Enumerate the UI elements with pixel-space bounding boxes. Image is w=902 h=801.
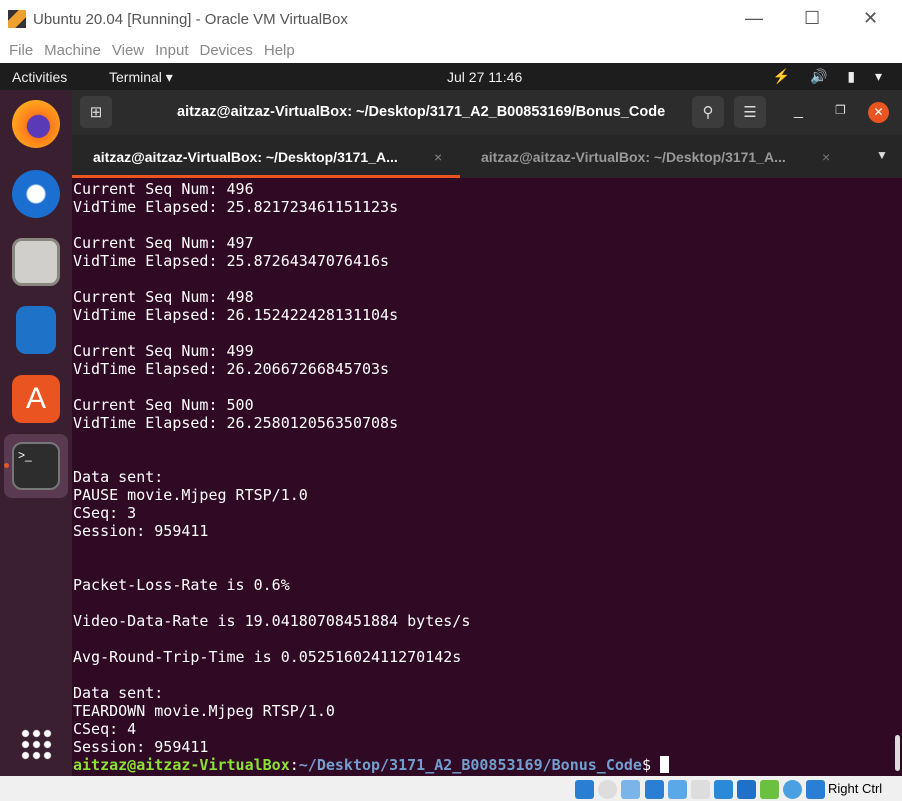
activities-button[interactable]: Activities: [12, 69, 67, 85]
terminal-headerbar: ⊞ aitzaz@aitzaz-VirtualBox: ~/Desktop/31…: [72, 90, 902, 135]
hamburger-menu-icon[interactable]: ☰: [734, 96, 766, 128]
menu-help[interactable]: Help: [264, 42, 295, 59]
display-icon[interactable]: [714, 780, 733, 799]
restore-icon[interactable]: ❐: [835, 103, 846, 117]
output-line: VidTime Elapsed: 25.821723461151123s: [73, 198, 399, 216]
virtualbox-titlebar: Ubuntu 20.04 [Running] - Oracle VM Virtu…: [0, 0, 902, 38]
audio-icon[interactable]: [621, 780, 640, 799]
output-line: VidTime Elapsed: 26.152422428131104s: [73, 306, 399, 324]
menu-view[interactable]: View: [112, 42, 144, 59]
optical-drive-icon[interactable]: [598, 780, 617, 799]
terminal-title: aitzaz@aitzaz-VirtualBox: ~/Desktop/3171…: [177, 104, 666, 120]
clock[interactable]: Jul 27 11:46: [447, 69, 522, 85]
output-line: Video-Data-Rate is 19.04180708451884 byt…: [73, 612, 471, 630]
recording-icon[interactable]: [737, 780, 756, 799]
terminal-icon[interactable]: >_: [12, 442, 60, 490]
usb-icon[interactable]: [668, 780, 687, 799]
close-button[interactable]: ✕: [863, 8, 878, 29]
prompt-colon: :: [289, 756, 299, 774]
output-line: Current Seq Num: 499: [73, 342, 254, 360]
cpu-icon[interactable]: [760, 780, 779, 799]
output-line: Current Seq Num: 500: [73, 396, 254, 414]
thunderbird-icon[interactable]: [12, 170, 60, 218]
menu-machine[interactable]: Machine: [44, 42, 101, 59]
menu-file[interactable]: File: [9, 42, 33, 59]
output-line: Data sent:: [73, 468, 164, 486]
tab-close-icon[interactable]: ×: [822, 149, 830, 165]
show-apps-icon[interactable]: [20, 728, 52, 760]
prompt-line: aitzaz@aitzaz-VirtualBox:~/Desktop/3171_…: [73, 756, 893, 774]
keyboard-capture-icon[interactable]: [806, 780, 825, 799]
mouse-integration-icon[interactable]: [783, 780, 802, 799]
tab-1[interactable]: aitzaz@aitzaz-VirtualBox: ~/Desktop/3171…: [72, 135, 460, 178]
app-menu-terminal[interactable]: Terminal ▾: [109, 69, 173, 86]
terminal-output[interactable]: Current Seq Num: 496 VidTime Elapsed: 25.…: [73, 180, 893, 774]
dock: A >_: [0, 90, 72, 776]
maximize-button[interactable]: ☐: [804, 8, 820, 29]
output-line: Session: 959411: [73, 522, 209, 540]
virtualbox-icon: [8, 10, 26, 28]
minimize-icon[interactable]: _: [794, 102, 803, 120]
output-line: Avg-Round-Trip-Time is 0.052516024112701…: [73, 648, 462, 666]
virtualbox-statusbar: Right Ctrl: [0, 776, 902, 801]
output-line: VidTime Elapsed: 26.20667266845703s: [73, 360, 390, 378]
software-icon[interactable]: A: [12, 375, 60, 423]
window-title: Ubuntu 20.04 [Running] - Oracle VM Virtu…: [33, 10, 348, 28]
output-line: VidTime Elapsed: 25.87264347076416s: [73, 252, 390, 270]
running-indicator: [4, 463, 9, 468]
output-line: Packet-Loss-Rate is 0.6%: [73, 576, 290, 594]
system-tray[interactable]: ⚡ 🔊 ▮ ▾: [773, 68, 890, 85]
output-line: Current Seq Num: 496: [73, 180, 254, 198]
menu-devices[interactable]: Devices: [200, 42, 253, 59]
tab-label: aitzaz@aitzaz-VirtualBox: ~/Desktop/3171…: [93, 149, 398, 165]
output-line: Session: 959411: [73, 738, 209, 756]
tabs-dropdown-icon[interactable]: ▼: [876, 148, 888, 162]
search-icon[interactable]: ⚲: [692, 96, 724, 128]
output-line: CSeq: 3: [73, 504, 137, 522]
hard-disk-icon[interactable]: [575, 780, 594, 799]
output-line: CSeq: 4: [73, 720, 137, 738]
tab-label: aitzaz@aitzaz-VirtualBox: ~/Desktop/3171…: [481, 149, 786, 165]
prompt-path: ~/Desktop/3171_A2_B00853169/Bonus_Code: [298, 756, 642, 774]
new-tab-icon[interactable]: ⊞: [80, 96, 112, 128]
output-line: TEARDOWN movie.Mjpeg RTSP/1.0: [73, 702, 335, 720]
tab-2[interactable]: aitzaz@aitzaz-VirtualBox: ~/Desktop/3171…: [460, 135, 848, 178]
firefox-icon[interactable]: [12, 100, 60, 148]
prompt-sign: $: [641, 756, 651, 774]
output-line: PAUSE movie.Mjpeg RTSP/1.0: [73, 486, 308, 504]
gnome-top-bar: Activities Terminal ▾ Jul 27 11:46 ⚡ 🔊 ▮…: [0, 63, 902, 90]
tab-bar: aitzaz@aitzaz-VirtualBox: ~/Desktop/3171…: [72, 135, 902, 178]
terminal-window: ⊞ aitzaz@aitzaz-VirtualBox: ~/Desktop/31…: [72, 90, 902, 776]
host-key-label: Right Ctrl: [828, 781, 883, 796]
close-icon[interactable]: ✕: [868, 102, 889, 123]
prompt-user: aitzaz@aitzaz-VirtualBox: [73, 756, 290, 774]
network-icon[interactable]: [645, 780, 664, 799]
output-line: Current Seq Num: 498: [73, 288, 254, 306]
output-line: Data sent:: [73, 684, 164, 702]
minimize-button[interactable]: —: [745, 8, 763, 29]
output-line: Current Seq Num: 497: [73, 234, 254, 252]
menu-input[interactable]: Input: [155, 42, 188, 59]
shared-folders-icon[interactable]: [691, 780, 710, 799]
tab-close-icon[interactable]: ×: [434, 149, 442, 165]
output-line: VidTime Elapsed: 26.258012056350708s: [73, 414, 399, 432]
cursor: [659, 756, 669, 773]
writer-icon[interactable]: [16, 306, 56, 354]
files-icon[interactable]: [12, 238, 60, 286]
virtualbox-menubar: File Machine View Input Devices Help: [0, 38, 902, 63]
scrollbar[interactable]: [895, 735, 900, 771]
